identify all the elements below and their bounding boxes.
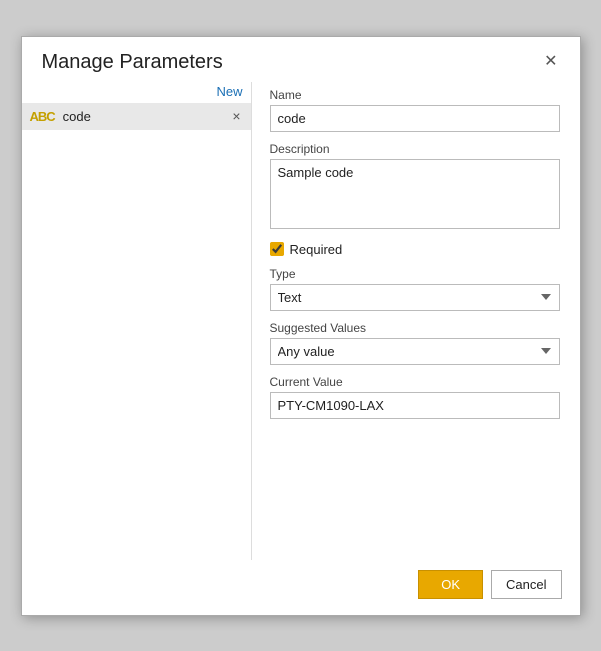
right-panel: Name Description Sample code Required Ty… — [252, 82, 580, 560]
suggested-values-select[interactable]: Any value List of values — [270, 338, 560, 365]
new-parameter-link[interactable]: New — [216, 84, 242, 99]
current-value-label: Current Value — [270, 375, 560, 389]
suggested-values-label: Suggested Values — [270, 321, 560, 335]
name-input[interactable] — [270, 105, 560, 132]
left-panel-header: New — [22, 82, 251, 103]
type-select[interactable]: Text Number Date Date/Time Duration True… — [270, 284, 560, 311]
name-label: Name — [270, 88, 560, 102]
type-field-group: Type Text Number Date Date/Time Duration… — [270, 267, 560, 311]
dialog-title: Manage Parameters — [42, 51, 223, 74]
left-panel: New ABC code × — [22, 82, 252, 560]
required-label[interactable]: Required — [290, 242, 343, 257]
cancel-button[interactable]: Cancel — [491, 570, 561, 599]
param-type-icon: ABC — [30, 109, 55, 124]
param-item[interactable]: ABC code × — [22, 103, 251, 130]
description-label: Description — [270, 142, 560, 156]
manage-parameters-dialog: Manage Parameters ✕ New ABC code × Name — [21, 36, 581, 616]
param-name-label: code — [63, 109, 231, 124]
dialog-footer: OK Cancel — [22, 560, 580, 615]
required-checkbox[interactable] — [270, 242, 284, 256]
required-row: Required — [270, 242, 560, 257]
dialog-titlebar: Manage Parameters ✕ — [22, 37, 580, 82]
close-button[interactable]: ✕ — [538, 52, 563, 72]
current-value-field-group: Current Value — [270, 375, 560, 419]
suggested-values-field-group: Suggested Values Any value List of value… — [270, 321, 560, 365]
name-field-group: Name — [270, 88, 560, 132]
dialog-body: New ABC code × Name Description Sample c… — [22, 82, 580, 560]
param-delete-button[interactable]: × — [230, 109, 242, 123]
description-field-group: Description Sample code — [270, 142, 560, 232]
current-value-input[interactable] — [270, 392, 560, 419]
type-label: Type — [270, 267, 560, 281]
description-input[interactable]: Sample code — [270, 159, 560, 229]
ok-button[interactable]: OK — [418, 570, 483, 599]
